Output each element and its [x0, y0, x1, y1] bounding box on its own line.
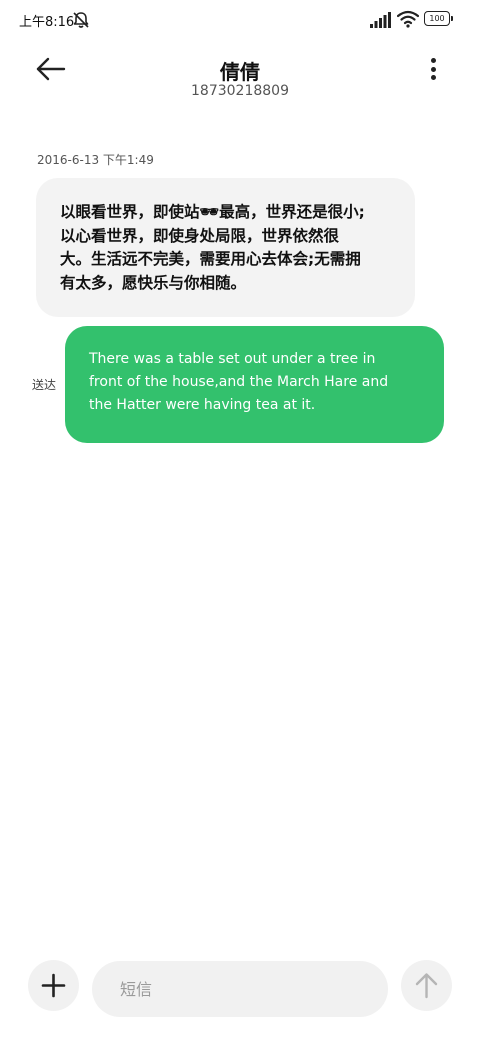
battery-cap: [451, 16, 453, 21]
status-bar: 上午8:16 100: [0, 0, 480, 40]
outgoing-message-text: There was a table set out under a tree i…: [89, 351, 389, 413]
send-button[interactable]: [401, 960, 452, 1011]
arrow-up-icon: [415, 973, 438, 999]
contact-number: 18730218809: [191, 83, 289, 99]
wifi-icon: [397, 10, 419, 28]
delivery-status: 送达: [32, 378, 57, 392]
incoming-message-bubble[interactable]: 以眼看世界，即使站🕶最高，世界还是很小; 以心看世界，即使身处局限，世界依然很 …: [36, 178, 415, 317]
message-timestamp: 2016-6-13 下午1:49: [37, 153, 154, 167]
contact-name: 倩倩: [220, 60, 260, 84]
plus-icon: [41, 973, 66, 998]
sms-input[interactable]: [120, 961, 370, 1017]
signal-icon: [370, 12, 391, 28]
more-options-button[interactable]: [420, 54, 446, 84]
message-composer: [92, 961, 388, 1017]
outgoing-message-bubble[interactable]: There was a table set out under a tree i…: [65, 326, 444, 443]
add-attachment-button[interactable]: [28, 960, 79, 1011]
battery-level: 100: [429, 14, 445, 23]
status-time: 上午8:16: [19, 15, 75, 30]
battery-icon: 100: [424, 11, 455, 28]
dnd-bell-off-icon: [73, 12, 89, 28]
conversation-header: 倩倩 18730218809: [0, 44, 480, 104]
incoming-message-text: 以眼看世界，即使站🕶最高，世界还是很小; 以心看世界，即使身处局限，世界依然很 …: [60, 203, 365, 292]
